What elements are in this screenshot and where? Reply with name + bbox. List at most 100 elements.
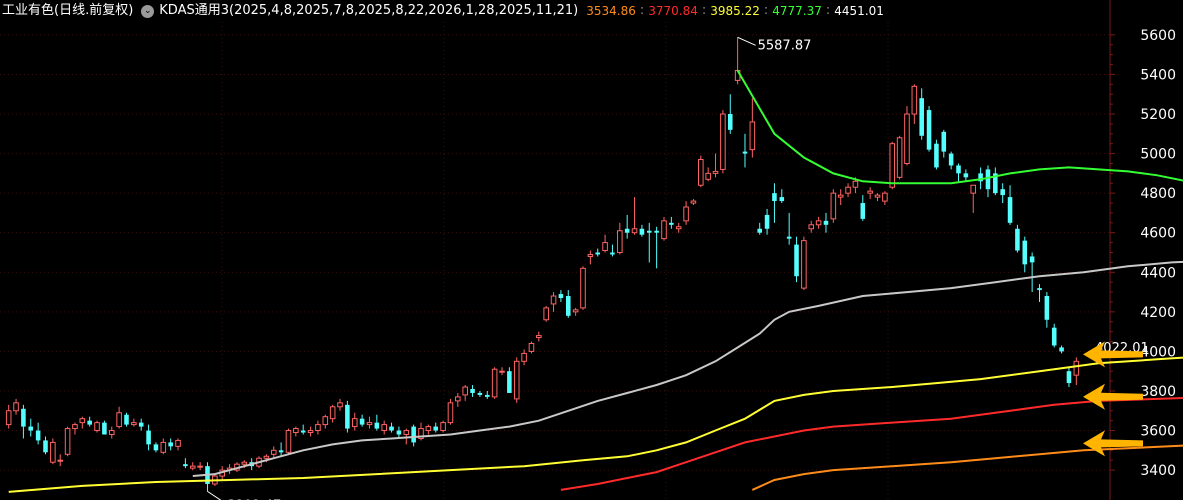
candle-body <box>815 220 822 226</box>
candlestick-chart[interactable]: 3400360038004000420044004600480050005200… <box>0 0 1183 500</box>
candle-body <box>131 422 137 426</box>
candle-body <box>602 242 608 252</box>
candle-body <box>374 422 380 429</box>
candle-body <box>690 200 697 204</box>
indicator-label: KDAS通用3(2025,4,8,2025,7,8,2025,8,22,2026… <box>159 3 579 18</box>
candle-body <box>1037 288 1042 291</box>
candle-body <box>351 418 358 428</box>
candle-body <box>536 335 542 339</box>
candle-body <box>587 253 594 257</box>
candle-body <box>322 416 329 426</box>
candle-body <box>985 169 991 190</box>
y-tick-label: 4400 <box>1140 265 1176 281</box>
candle-body <box>786 236 792 239</box>
candle-body <box>300 430 306 433</box>
candle-body <box>1022 240 1028 265</box>
candle-body <box>447 402 454 424</box>
candle-body <box>1000 189 1005 196</box>
candle-body <box>455 396 461 402</box>
candle-body <box>102 422 107 435</box>
candle-body <box>477 392 483 395</box>
candle-body <box>911 85 918 115</box>
candle-body <box>970 184 977 194</box>
candle-body <box>860 203 866 219</box>
candle-body <box>50 441 56 463</box>
candle-body <box>21 408 26 427</box>
candle-body <box>433 426 439 431</box>
candle-body <box>366 422 373 426</box>
candle-body <box>1007 197 1013 223</box>
candle-body <box>683 206 689 222</box>
candle-body <box>108 430 115 436</box>
candle-body <box>830 192 837 220</box>
candle-body <box>852 180 859 188</box>
y-tick-label: 4600 <box>1140 226 1176 242</box>
candle-body <box>617 230 623 254</box>
candle-body <box>153 444 159 451</box>
chart-area[interactable]: 3400 3600 3800 4000 4200 4400 4600 4800 5000 5200… <box>0 0 1183 500</box>
candle-body <box>698 159 704 186</box>
candle-body <box>307 430 314 434</box>
candle-body <box>565 296 571 316</box>
candle-body <box>669 222 674 225</box>
candle-body <box>1015 228 1020 251</box>
candle-body <box>926 110 932 150</box>
candle-body <box>956 165 961 174</box>
candle-body <box>411 426 416 443</box>
candle-body <box>160 441 167 453</box>
candle-body <box>389 426 394 431</box>
chart-background <box>0 0 1183 500</box>
y-tick-label: 5400 <box>1140 67 1176 83</box>
candle-body <box>1029 256 1035 263</box>
candle-body <box>403 430 410 436</box>
candle-body <box>241 461 248 465</box>
candle-body <box>270 449 277 455</box>
candle-body <box>470 389 475 393</box>
candle-body <box>359 418 365 425</box>
candle-body <box>919 98 924 136</box>
candle-body <box>1059 347 1064 352</box>
candle-body <box>631 228 638 234</box>
chevron-down-icon[interactable]: ⌄ <box>141 4 155 18</box>
candle-body <box>197 465 203 468</box>
candle-body <box>337 402 343 408</box>
candle-body <box>712 170 719 174</box>
candle-body <box>742 151 748 154</box>
candle-body <box>705 172 711 180</box>
candle-body <box>624 228 630 233</box>
candle-body <box>874 194 881 198</box>
candle-body <box>315 424 321 432</box>
candle-body <box>727 114 733 130</box>
candle-body <box>720 113 726 170</box>
candle-body <box>138 422 144 427</box>
candle-body <box>507 371 512 393</box>
candle-body <box>521 352 527 362</box>
y-tick-label: 5600 <box>1140 28 1176 44</box>
candle-body <box>845 186 851 194</box>
indicator-value-3: 3985.22 <box>710 4 760 18</box>
candle-body <box>79 418 86 424</box>
candle-body <box>345 404 350 429</box>
candle-body <box>595 252 601 255</box>
candle-body <box>764 214 770 229</box>
candle-body <box>484 394 490 397</box>
candle-body <box>5 410 12 426</box>
y-tick-label: 5000 <box>1140 147 1176 163</box>
candle-body <box>941 131 947 152</box>
candle-body <box>285 430 292 453</box>
candle-body <box>168 442 173 447</box>
candle-body <box>580 267 586 309</box>
candle-body <box>175 439 181 447</box>
candle-body <box>779 197 785 202</box>
indicator-value-4: 4777.37 <box>772 4 822 18</box>
candle-body <box>87 420 92 425</box>
candle-body <box>425 426 432 432</box>
candle-body <box>550 295 557 305</box>
candle-body <box>293 428 299 434</box>
candle-body <box>948 153 954 166</box>
candle-body <box>661 220 667 240</box>
candle-body <box>749 121 756 151</box>
separator: : <box>701 3 707 18</box>
separator: : <box>639 3 645 18</box>
candle-body <box>639 228 645 235</box>
